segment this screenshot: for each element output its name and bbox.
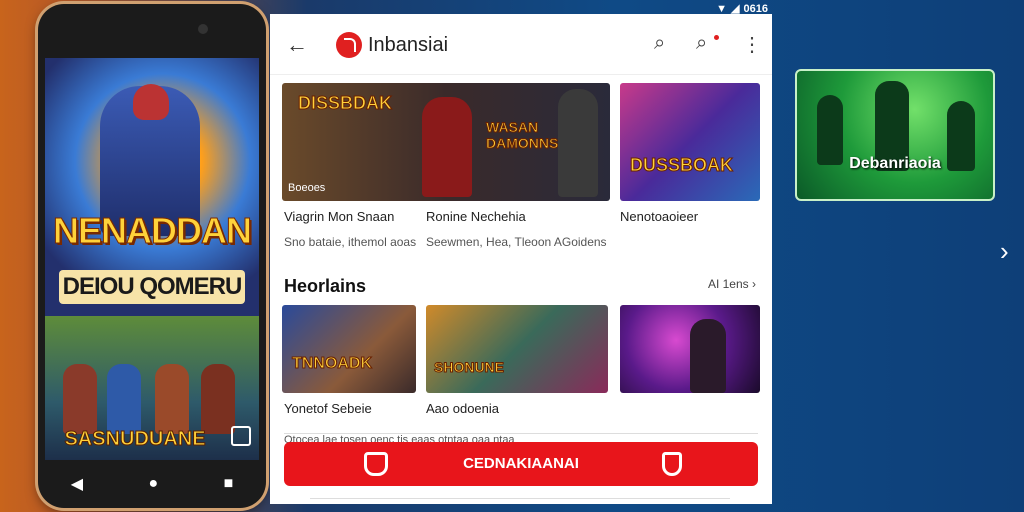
card-caption[interactable]: Viagrin Mon Snaan bbox=[284, 209, 394, 224]
wifi-icon: ▼ bbox=[716, 2, 728, 15]
phone-mockup: NENADDAN DEIOU QOMERU SASNUDUANE ◀ ● ■ bbox=[38, 4, 266, 508]
second-game-art[interactable]: SASNUDUANE bbox=[45, 316, 259, 460]
character-figure bbox=[690, 319, 726, 393]
see-all-label: AI 1ens bbox=[707, 277, 749, 291]
front-camera bbox=[198, 24, 208, 34]
game-card[interactable] bbox=[620, 305, 760, 393]
character-figure bbox=[155, 364, 189, 434]
phone-nav-bar: ◀ ● ■ bbox=[38, 460, 266, 508]
next-chevron-icon[interactable]: › bbox=[1000, 236, 1009, 267]
game-cover-art[interactable]: NENADDAN DEIOU QOMERU bbox=[45, 58, 259, 316]
phone-screen: NENADDAN DEIOU QOMERU SASNUDUANE bbox=[45, 58, 259, 460]
character-figure bbox=[201, 364, 235, 434]
thumbnail-label: Debanriaoia bbox=[849, 155, 941, 172]
card-overlay-title: SHONUNE bbox=[433, 359, 505, 376]
app-logo-icon bbox=[336, 32, 362, 58]
card-subtitle: Sno bataie, ithemol aoas bbox=[284, 235, 417, 249]
chevron-right-icon: › bbox=[752, 277, 756, 291]
status-time: 0616 bbox=[743, 2, 768, 15]
section-title: Heorlains bbox=[284, 276, 367, 296]
search-notify-icon[interactable]: ⌕ bbox=[696, 32, 707, 55]
notification-dot bbox=[714, 35, 719, 40]
search-icon[interactable]: ⌕ bbox=[654, 32, 665, 55]
character-figure bbox=[107, 364, 141, 434]
card-overlay-title: DISSBDAK bbox=[297, 93, 393, 114]
cta-label: CEDNAKIAANAI bbox=[463, 455, 579, 472]
featured-card[interactable]: DUSSBOAK bbox=[620, 83, 760, 201]
app-header: ← Inbansiai ⌕ ⌕ ⋮ bbox=[270, 14, 772, 75]
primary-cta-button[interactable]: CEDNAKIAANAI bbox=[284, 442, 758, 486]
card-subtitle: Seewmen, Hea, Tleoon AGoidens bbox=[426, 235, 607, 249]
card-overlay-title: TNNOADK bbox=[292, 355, 373, 373]
back-arrow-icon[interactable]: ← bbox=[286, 32, 308, 58]
character-figure bbox=[558, 89, 598, 197]
second-game-title: SASNUDUANE bbox=[64, 428, 206, 451]
home-circle-icon[interactable]: ● bbox=[148, 475, 158, 493]
hero-helmet bbox=[133, 84, 169, 120]
character-figure bbox=[422, 97, 472, 197]
recents-square-icon[interactable]: ■ bbox=[224, 475, 234, 493]
character-figure bbox=[63, 364, 97, 434]
game-card[interactable]: SHONUNE bbox=[426, 305, 608, 393]
badge-icon bbox=[662, 452, 682, 476]
game-card[interactable]: TNNOADK bbox=[282, 305, 416, 393]
expand-icon[interactable] bbox=[231, 426, 251, 446]
see-all-link[interactable]: AI 1ens › bbox=[708, 277, 756, 291]
card-caption[interactable]: Ronine Nechehia bbox=[426, 209, 526, 224]
card-caption[interactable]: Nenotoaoieer bbox=[620, 209, 698, 224]
card-overlay-title: DUSSBOAK bbox=[629, 155, 734, 176]
bottom-edge bbox=[310, 498, 730, 504]
app-title: Inbansiai bbox=[368, 34, 449, 56]
card-caption[interactable]: Yonetof Sebeie bbox=[284, 401, 372, 416]
card-caption[interactable]: Aao odoenia bbox=[426, 401, 499, 416]
side-thumbnail[interactable]: Debanriaoia bbox=[795, 69, 995, 201]
game-subtitle: DEIOU QOMERU bbox=[59, 270, 245, 304]
featured-card[interactable]: DISSBDAK WASAN DAMONNS Boeoes bbox=[282, 83, 610, 201]
more-vert-icon[interactable]: ⋮ bbox=[742, 32, 762, 57]
app-window: ← Inbansiai ⌕ ⌕ ⋮ DISSBDAK WASAN DAMONNS… bbox=[270, 14, 772, 504]
game-title: NENADDAN bbox=[53, 210, 253, 252]
back-triangle-icon[interactable]: ◀ bbox=[71, 474, 83, 494]
card-badge: Boeoes bbox=[288, 182, 326, 194]
